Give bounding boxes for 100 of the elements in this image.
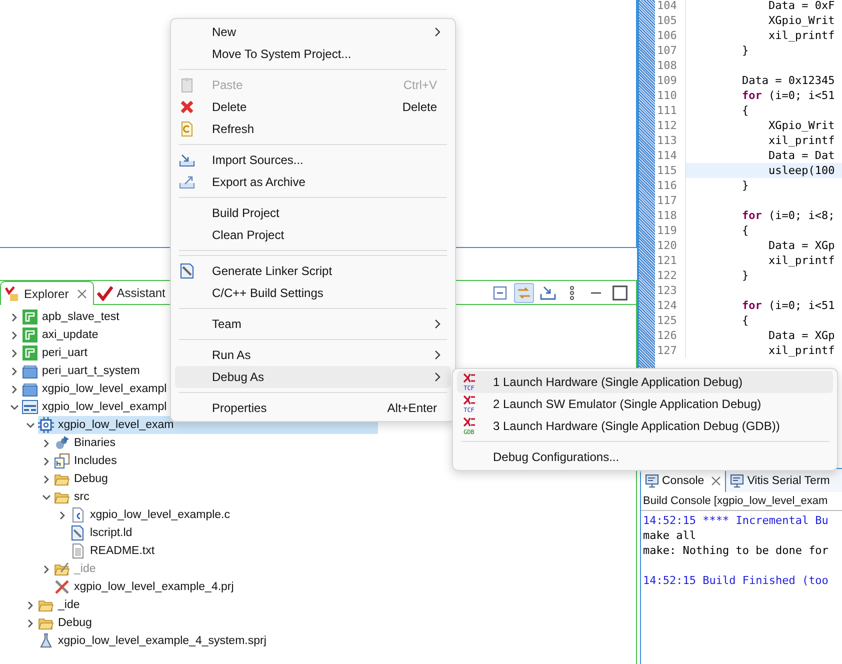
code-line: xil_printf [767, 133, 836, 148]
c-file-icon [70, 507, 86, 523]
menu-item[interactable]: Delete Delete [175, 96, 451, 118]
line-number: 119 [655, 223, 686, 238]
menu-item[interactable]: C/C++ Build Settings [175, 282, 451, 304]
project-icon [22, 399, 38, 415]
import-icon [179, 152, 195, 168]
line-number: 120 [655, 238, 686, 253]
console-title: Build Console [xgpio_low_level_exam [641, 492, 842, 511]
line-number: 116 [655, 178, 686, 193]
tree-item[interactable]: lscript.ld [70, 524, 136, 542]
system-project-icon [22, 363, 38, 379]
code-line: } [740, 178, 750, 193]
text-file-icon [70, 543, 86, 559]
app-project-icon [22, 327, 38, 343]
tree-item[interactable]: Debug [54, 470, 112, 488]
code-line: Data = Dat [767, 148, 836, 163]
binaries-icon [54, 435, 70, 451]
tab-label: Explorer [24, 286, 69, 300]
tree-item[interactable]: axi_update [22, 326, 102, 344]
toolbar-button[interactable] [610, 283, 630, 303]
folder-icon [54, 561, 70, 577]
code-line: for (i=0; i<8; [740, 208, 836, 223]
code-line: xil_printf [767, 253, 836, 268]
code-line: { [740, 313, 750, 328]
tree-item[interactable]: apb_slave_test [22, 308, 124, 326]
paste-icon [179, 77, 195, 93]
menu-item[interactable]: Export as Archive [175, 171, 451, 193]
menu-item[interactable]: Import Sources... [175, 149, 451, 171]
code-line: Data = 0xF [767, 0, 836, 13]
code-line: Data = XGp [767, 328, 836, 343]
explorer-tab[interactable]: Assistant [94, 282, 172, 304]
code-line: } [740, 43, 750, 58]
shortcut-text: Delete [402, 100, 437, 114]
code-line: XGpio_Writ [767, 118, 836, 133]
monitor-icon [645, 474, 659, 488]
explorer-icon [4, 286, 20, 302]
menu-item[interactable]: Refresh [175, 118, 451, 140]
line-number: 106 [655, 28, 686, 43]
checkmark-icon [96, 285, 113, 301]
code-line: Data = 0x12345 [740, 73, 836, 88]
menu-item[interactable]: Properties Alt+Enter [175, 397, 451, 419]
console-tab[interactable]: Vitis Serial Term [726, 470, 834, 492]
tree-item[interactable]: Includes [54, 452, 121, 470]
menu-item[interactable]: Run As [175, 344, 451, 366]
app-project-icon [22, 309, 38, 325]
tree-item[interactable]: _ide [38, 596, 84, 614]
line-number: 118 [655, 208, 686, 223]
tree-item[interactable]: xgpio_low_level_exampl [22, 398, 171, 416]
import-icon [540, 285, 556, 301]
menu-item[interactable]: New [175, 21, 451, 43]
close-icon[interactable] [76, 288, 87, 298]
line-number: 117 [655, 193, 686, 208]
tree-item[interactable]: xgpio_low_level_example_4.prj [54, 578, 238, 596]
line-number: 111 [655, 103, 686, 118]
code-line: Data = XGp [767, 238, 836, 253]
menu-item[interactable]: Debug As [175, 366, 451, 388]
line-number: 127 [655, 343, 686, 358]
close-icon[interactable] [711, 476, 722, 486]
collapse-all-icon [492, 285, 508, 301]
code-line: for (i=0; i<51 [740, 88, 836, 103]
tools-icon [54, 579, 70, 595]
menu-item[interactable]: Debug Configurations... [457, 446, 833, 468]
menu-item[interactable]: Generate Linker Script [175, 260, 451, 282]
menu-item[interactable]: Team [175, 313, 451, 335]
console-line: 14:52:15 **** Incremental Bu [643, 513, 830, 528]
linker-file-icon [70, 525, 86, 541]
line-number: 125 [655, 313, 686, 328]
line-number: 122 [655, 268, 686, 283]
tree-item[interactable]: xgpio_low_level_example.c [70, 506, 234, 524]
system-project-icon [22, 381, 38, 397]
tab-label: Vitis Serial Term [747, 475, 830, 487]
code-line: { [740, 103, 750, 118]
app-project-icon [22, 345, 38, 361]
shortcut-text: Ctrl+V [403, 78, 437, 92]
menu-item[interactable]: Move To System Project... [175, 43, 451, 65]
console-line: make all [643, 528, 697, 543]
line-number: 123 [655, 283, 686, 298]
line-number: 109 [655, 73, 686, 88]
tree-item[interactable]: Binaries [54, 434, 120, 452]
line-number: 126 [655, 328, 686, 343]
maximize-icon [612, 285, 628, 301]
refresh-icon [179, 121, 195, 137]
tree-item[interactable]: xgpio_low_level_example_4_system.sprj [38, 632, 270, 650]
menu-item[interactable]: Build Project [175, 202, 451, 224]
explorer-tab[interactable]: Explorer [0, 281, 94, 305]
minimize-icon [590, 292, 602, 294]
console-tab[interactable]: Console [641, 470, 726, 492]
line-number: 124 [655, 298, 686, 313]
tree-item[interactable]: README.txt [70, 542, 159, 560]
tree-item[interactable]: Debug [38, 614, 96, 632]
tree-item[interactable]: src [54, 488, 94, 506]
tree-item[interactable]: peri_uart_t_system [22, 362, 144, 380]
code-line: xil_printf [767, 28, 836, 43]
menu-item[interactable]: Clean Project [175, 224, 451, 246]
console-line: make: Nothing to be done for [643, 543, 830, 558]
tree-item[interactable]: xgpio_low_level_exampl [22, 380, 171, 398]
tree-item[interactable]: peri_uart [22, 344, 92, 362]
monitor-icon [730, 474, 744, 488]
line-number: 113 [655, 133, 686, 148]
